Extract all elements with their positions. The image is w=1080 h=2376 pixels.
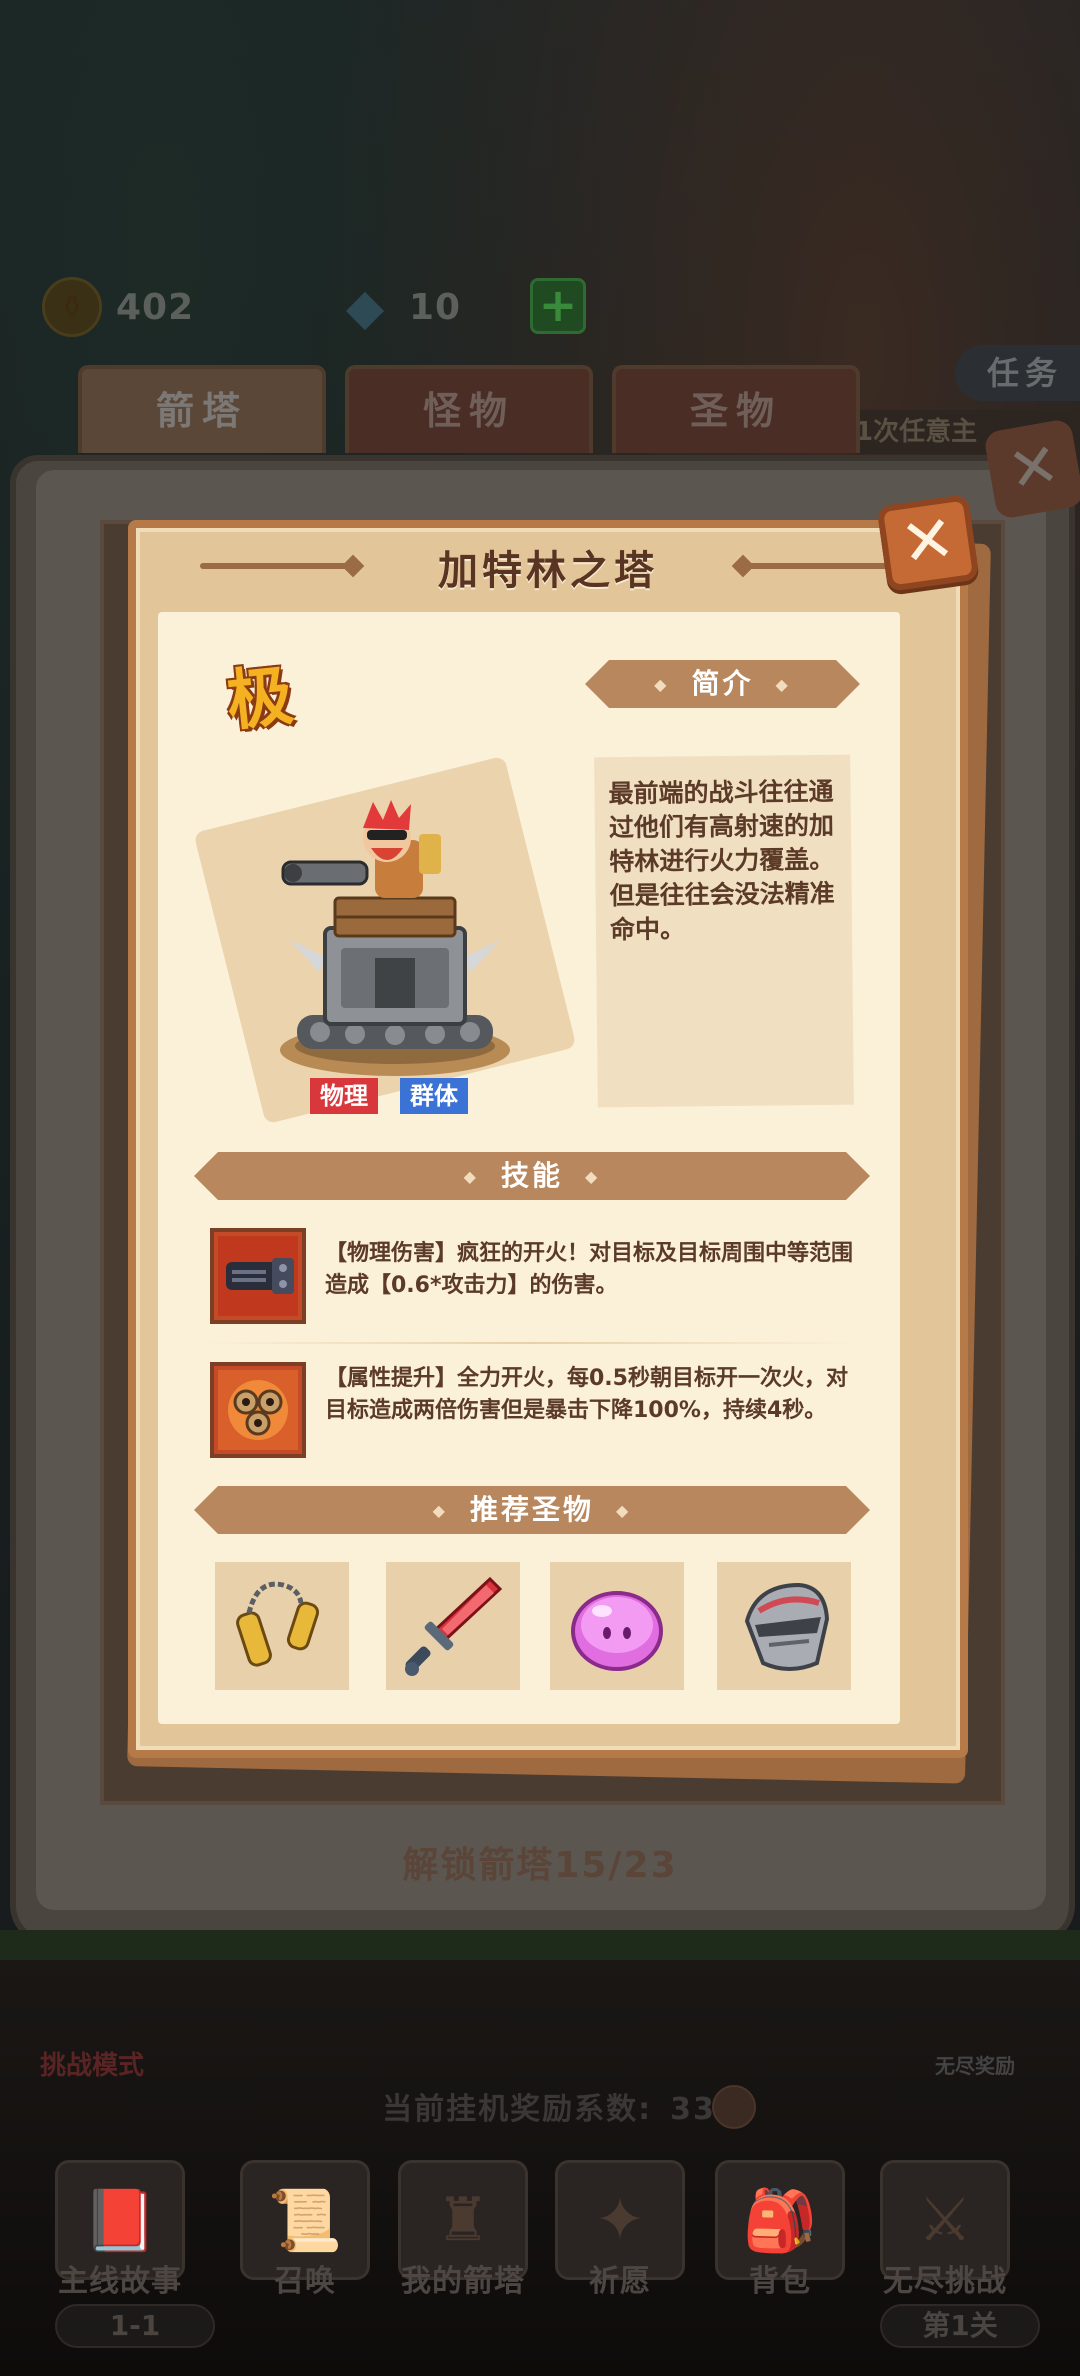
tower-title: 加特林之塔	[438, 548, 658, 594]
nav-label: 主线故事	[58, 2264, 182, 2299]
gatling-skill-icon[interactable]	[210, 1228, 306, 1324]
pink-slime-icon	[571, 1591, 663, 1671]
intro-header: ◆ 简介 ◆	[585, 660, 860, 708]
skill-divider	[205, 1342, 855, 1344]
nav-sub-label: 1-1	[55, 2304, 215, 2348]
challenge-mode-button[interactable]: 挑战模式	[40, 2045, 144, 2082]
relic-slot[interactable]	[386, 1562, 520, 1690]
rarity-badge: 极	[222, 656, 297, 741]
intro-text: 最前端的战斗往往通过他们有高射速的加特林进行火力覆盖。但是往往会没法精准命中。	[608, 776, 835, 945]
gem-count: 10	[409, 286, 462, 328]
close-button[interactable]: ✕	[876, 494, 980, 592]
nav-label: 无尽挑战	[883, 2264, 1007, 2299]
nav-label: 背包	[749, 2264, 811, 2299]
relic-slot[interactable]	[215, 1562, 349, 1690]
skills-header: ◆ 技能 ◆	[194, 1152, 870, 1200]
skills-header-label: 技能	[500, 1159, 563, 1192]
nav-summon[interactable]: 📜 召唤	[230, 2160, 380, 2330]
nunchaku-icon	[236, 1581, 320, 1667]
relics-header: ◆ 推荐圣物 ◆	[194, 1486, 870, 1534]
skill-description: 【物理伤害】疯狂的开火！对目标及目标周围中等范围造成【0.6*攻击力】的伤害。	[325, 1241, 854, 1298]
nav-wish[interactable]: ✦ 祈愿	[545, 2160, 695, 2330]
nav-label: 我的箭塔	[401, 2264, 525, 2299]
nav-my-towers[interactable]: ♜ 我的箭塔	[388, 2160, 538, 2330]
gem-icon: ◆	[345, 278, 385, 336]
tag-physical: 物理	[310, 1078, 378, 1114]
intro-header-label: 简介	[691, 667, 754, 700]
relics-header-label: 推荐圣物	[469, 1493, 594, 1526]
tab-relics[interactable]: 圣物	[612, 365, 860, 453]
nav-endless-challenge[interactable]: ⚔ 无尽挑战 第1关	[870, 2160, 1040, 2348]
intro-box: 最前端的战斗往往通过他们有高射速的加特林进行火力覆盖。但是往往会没法精准命中。	[594, 754, 854, 1108]
close-icon: ✕	[896, 501, 960, 583]
task-tab[interactable]: 任务	[955, 345, 1080, 401]
tab-monsters[interactable]: 怪物	[345, 365, 593, 453]
nav-label: 召唤	[274, 2264, 336, 2299]
tag-group: 群体	[400, 1078, 468, 1114]
skill-description: 【属性提升】全力开火，每0.5秒朝目标开一次火，对目标造成两倍伤害但是暴击下降1…	[325, 1366, 848, 1423]
book-close-button[interactable]: ✕	[983, 418, 1080, 520]
knight-helmet-icon	[744, 1582, 830, 1671]
nav-bag[interactable]: 🎒 背包	[705, 2160, 855, 2330]
coin-resource: ⚱ 402	[42, 272, 194, 342]
coin-icon: ⚱	[42, 277, 102, 337]
gem-resource: ◆ 10	[335, 272, 461, 342]
unlock-progress: 解锁箭塔15/23	[402, 1845, 678, 1886]
coin-count: 402	[116, 286, 195, 328]
nav-main-story[interactable]: 📕 主线故事 1-1	[45, 2160, 215, 2348]
tab-towers[interactable]: 箭塔	[78, 365, 326, 453]
ruby-sword-icon	[405, 1576, 503, 1676]
triple-barrel-skill-icon[interactable]	[210, 1362, 306, 1458]
add-gem-button[interactable]: +	[530, 278, 586, 334]
idle-reward-value: 33	[670, 2092, 716, 2127]
endless-reward-button[interactable]: 无尽奖励	[935, 2050, 1015, 2079]
idle-coin-icon	[712, 2085, 756, 2129]
gatling-tower-art	[280, 800, 510, 1076]
idle-reward-label: 当前挂机奖励系数:	[382, 2092, 653, 2127]
relic-slot[interactable]	[717, 1562, 851, 1690]
nav-sub-label: 第1关	[880, 2304, 1040, 2348]
relic-slot[interactable]	[550, 1562, 684, 1690]
nav-label: 祈愿	[589, 2264, 651, 2299]
idle-reward-row: 当前挂机奖励系数: 33	[0, 2084, 1080, 2128]
